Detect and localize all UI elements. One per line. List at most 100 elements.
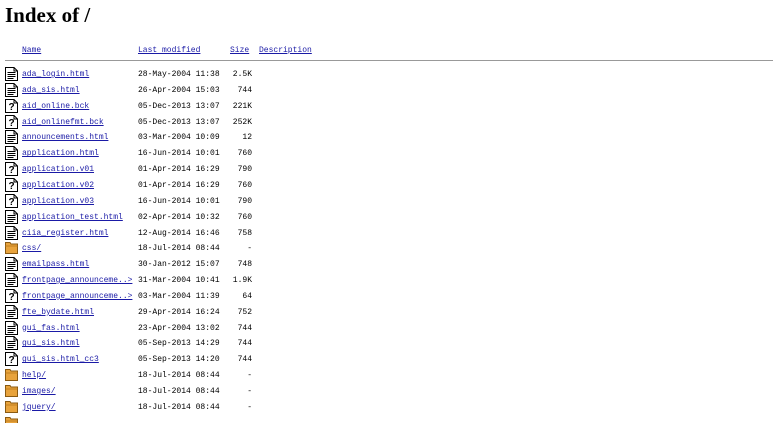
file-modified-date: 30-Jan-2012 15:07 <box>138 260 220 270</box>
file-row: ? application.v02 01-Apr-2014 16:29 760 <box>0 177 777 194</box>
svg-text:?: ? <box>8 165 14 176</box>
unknown-file-icon[interactable]: ? <box>5 288 18 303</box>
text-file-icon[interactable] <box>5 336 18 351</box>
file-link[interactable]: application_test.html <box>22 213 123 222</box>
svg-text:?: ? <box>8 181 14 192</box>
file-link[interactable]: ada_sis.html <box>22 86 80 95</box>
file-size: - <box>247 387 252 396</box>
column-header-description[interactable]: Description <box>259 46 312 55</box>
text-file-icon[interactable] <box>5 257 18 272</box>
file-link[interactable]: css/ <box>22 244 41 253</box>
unknown-file-icon[interactable]: ? <box>5 193 18 208</box>
text-file-icon[interactable] <box>5 225 18 240</box>
file-link[interactable]: application.v01 <box>22 165 94 174</box>
file-size: 252K <box>232 117 252 127</box>
file-row: ? gui_sis.html_cc3 05-Sep-2013 14:20 744 <box>0 352 777 368</box>
file-link[interactable]: fte_bydate.html <box>22 308 94 317</box>
text-file-icon[interactable] <box>5 273 18 288</box>
file-modified-date: 05-Dec-2013 13:07 <box>138 117 220 127</box>
header-divider <box>5 60 773 61</box>
unknown-file-icon[interactable]: ? <box>5 98 18 113</box>
file-size: 744 <box>237 85 252 95</box>
file-size: 758 <box>237 228 252 238</box>
text-file-icon[interactable] <box>5 67 18 81</box>
file-row: ? aid_online.bck 05-Dec-2013 13:07 221K <box>0 98 777 115</box>
file-link[interactable]: announcements.html <box>22 133 108 142</box>
unknown-file-icon[interactable]: ? <box>5 114 18 129</box>
file-row: ? application.v03 16-Jun-2014 10:01 790 <box>0 193 777 210</box>
file-size: 760 <box>237 212 252 222</box>
file-row: application_test.html 02-Apr-2014 10:32 76… <box>0 209 777 226</box>
file-modified-date: 16-Jun-2014 10:01 <box>138 149 220 159</box>
file-size: 744 <box>237 323 252 333</box>
file-row: ada_sis.html 26-Apr-2004 15:03 744 <box>0 82 777 99</box>
file-row: ciia_register.html 12-Aug-2014 16:46 758 <box>0 225 777 242</box>
file-link[interactable]: emailpass.html <box>22 260 89 269</box>
svg-text:?: ? <box>8 102 14 113</box>
file-modified-date: 05-Dec-2013 13:07 <box>138 101 220 111</box>
file-link[interactable]: application.html <box>22 149 99 158</box>
file-modified-date: 18-Jul-2014 08:44 <box>138 244 220 254</box>
folder-icon[interactable] <box>5 400 18 414</box>
text-file-icon[interactable] <box>5 82 18 97</box>
folder-icon[interactable] <box>5 416 18 423</box>
svg-text:?: ? <box>8 197 14 208</box>
file-size: 752 <box>237 307 252 317</box>
text-file-icon[interactable] <box>5 304 18 319</box>
folder-icon[interactable] <box>5 384 18 398</box>
file-modified-date: 02-Apr-2014 10:32 <box>138 212 220 222</box>
file-row: css/18-Jul-2014 08:44 - <box>0 241 777 257</box>
column-header-last-modified[interactable]: Last modified <box>138 46 200 55</box>
svg-text:?: ? <box>8 118 14 129</box>
file-row: emailpass.html 30-Jan-2012 15:07 748 <box>0 257 777 273</box>
file-modified-date: 01-Apr-2014 16:29 <box>138 180 220 190</box>
file-modified-date: 29-Apr-2014 16:24 <box>138 307 220 317</box>
text-file-icon[interactable] <box>5 146 18 161</box>
file-size: 744 <box>237 339 252 349</box>
text-file-icon[interactable] <box>5 209 18 224</box>
file-modified-date: 16-Jun-2014 10:01 <box>138 196 220 206</box>
column-header-name[interactable]: Name <box>22 46 41 55</box>
file-link[interactable]: aid_online.bck <box>22 102 89 111</box>
unknown-file-icon[interactable]: ? <box>5 352 18 366</box>
file-size: 790 <box>237 196 252 206</box>
file-modified-date: 03-Mar-2004 11:39 <box>138 291 220 301</box>
file-size: 744 <box>237 355 252 365</box>
file-link[interactable]: ciia_register.html <box>22 229 108 238</box>
file-size: 2.5K <box>232 70 252 79</box>
file-link[interactable]: frontpage_announceme..> <box>22 276 132 285</box>
folder-icon[interactable] <box>5 368 18 382</box>
unknown-file-icon[interactable]: ? <box>5 177 18 192</box>
file-link[interactable]: help/ <box>22 371 46 380</box>
file-modified-date: 31-Mar-2004 10:41 <box>138 276 220 286</box>
file-modified-date: 23-Apr-2004 13:02 <box>138 323 220 333</box>
file-link[interactable]: frontpage_announceme..> <box>22 292 132 301</box>
column-header-size[interactable]: Size <box>230 46 249 55</box>
file-size: - <box>247 244 252 254</box>
unknown-file-icon[interactable]: ? <box>5 162 18 176</box>
file-link[interactable]: gui_sis.html <box>22 339 80 348</box>
file-row: fte_bydate.html 29-Apr-2014 16:24 752 <box>0 304 777 321</box>
file-modified-date: 12-Aug-2014 16:46 <box>138 228 220 238</box>
file-link[interactable]: images/ <box>22 387 56 396</box>
text-file-icon[interactable] <box>5 320 18 335</box>
file-row: ada_login.html 28-May-2004 11:38 2.5K <box>0 67 777 83</box>
file-row: jquery/18-Jul-2014 08:44 - <box>0 400 777 416</box>
folder-icon[interactable] <box>5 241 18 255</box>
file-link[interactable]: aid_onlinefmt.bck <box>22 118 104 127</box>
file-link[interactable]: ada_login.html <box>22 70 89 79</box>
file-modified-date: 05-Sep-2013 14:29 <box>138 339 220 349</box>
file-link[interactable]: gui_fas.html <box>22 324 80 333</box>
file-link[interactable]: gui_sis.html_cc3 <box>22 355 99 364</box>
file-modified-date: 18-Jul-2014 08:44 <box>138 371 220 381</box>
file-row: gui_sis.html 05-Sep-2013 14:29 744 <box>0 336 777 352</box>
file-row <box>0 416 777 423</box>
file-modified-date: 26-Apr-2004 15:03 <box>138 85 220 95</box>
file-size: 760 <box>237 149 252 159</box>
file-link[interactable]: application.v03 <box>22 197 94 206</box>
text-file-icon[interactable] <box>5 130 18 145</box>
file-link[interactable]: jquery/ <box>22 403 56 412</box>
file-size: 748 <box>237 260 252 270</box>
file-size: 12 <box>242 133 252 143</box>
file-link[interactable]: application.v02 <box>22 181 94 190</box>
